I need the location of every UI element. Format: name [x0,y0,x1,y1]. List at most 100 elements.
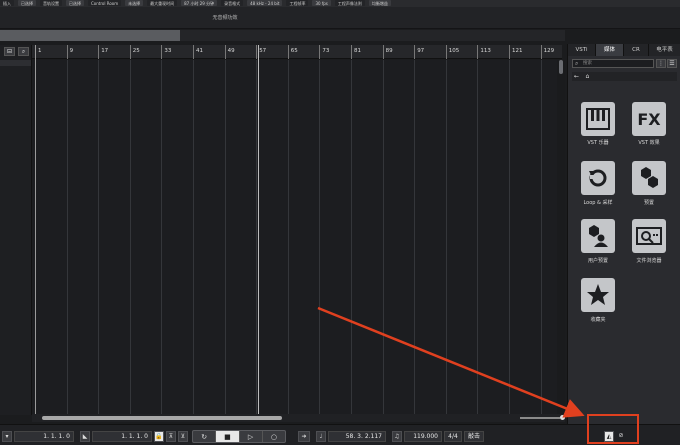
filter-button[interactable]: ⋮ [656,59,666,68]
list-view-button[interactable]: ☰ [667,59,677,68]
ruler-bar-label: 73 [322,48,330,54]
transport-controls: ↻ ■ ▷ ○ [192,430,286,443]
stop-button[interactable]: ■ [216,431,240,442]
ruler-bar-label: 129 [543,48,555,54]
search-icon[interactable]: ⌕ [18,47,29,56]
marker-arrow-icon[interactable]: ➜ [298,431,310,442]
marker-icon[interactable]: ◣ [80,431,90,442]
ruler-tick: 73 [319,45,329,59]
ruler-bar-label: 33 [164,48,172,54]
signature-field[interactable]: 4/4 [444,431,462,442]
ruler-tick: 9 [66,45,73,59]
tab-cr[interactable]: CR [624,44,649,56]
status-bar-cell[interactable]: 已选择 [66,0,84,6]
punch-out-icon[interactable]: ⊻ [178,431,188,442]
left-locator-line [35,45,36,415]
arrange-window[interactable] [32,60,562,415]
tile-vst-instruments[interactable] [581,102,615,136]
timeline-ruler[interactable]: 1 9 17 25 33 41 49 57 65 73 81 89 97 105 113 121 129 [32,45,562,59]
status-bar-cell[interactable]: 30 fps [312,0,331,6]
back-arrow-icon[interactable]: ← [572,72,581,81]
tile-favorites[interactable] [581,278,615,312]
tile-file-browser[interactable] [632,219,666,253]
status-bar-cell[interactable]: 工程声像法则 [334,0,365,6]
file-browser-icon [636,227,662,245]
status-bar-cell[interactable]: 均衡增益 [368,0,391,6]
status-bar-cell[interactable]: 录音格式 [221,0,244,6]
ruler-tick: 65 [287,45,298,59]
info-bar-title: 无音频功效 [212,15,238,21]
horizontal-scrollbar[interactable] [32,414,565,422]
grid-line [477,60,479,415]
grid-line [445,60,447,415]
tile-vst-effects[interactable]: FX [632,102,666,136]
navigation-row: ← ⌂ [572,72,677,81]
tile-presets[interactable] [632,161,666,195]
overview-strip[interactable] [0,30,180,41]
status-bar-cell[interactable]: 未选择 [125,0,144,6]
vertical-scroll-thumb[interactable] [559,60,563,74]
status-bar-cell[interactable]: 插入 [0,0,14,6]
tile-loops-samples[interactable] [581,161,615,195]
grid-line [319,60,321,415]
track-list[interactable] [0,45,32,415]
transport-menu-button[interactable]: ▾ [2,431,12,442]
cycle-button[interactable]: ↻ [193,431,217,442]
grid-line [382,60,384,415]
status-bar-cell[interactable]: 最大重现时间 [147,0,178,6]
ruler-bar-label: 9 [69,48,74,54]
piano-icon [586,108,610,130]
ruler-bar-label: 25 [132,48,140,54]
grid-line [193,60,194,415]
tempo-field[interactable]: 119.000 [404,431,442,442]
media-panel: VSTi 媒体 CR 电平表 ⌕ 搜索 ⋮ ☰ ← ⌂ VST 乐器 FX VS… [567,44,680,424]
tab-media[interactable]: 媒体 [596,44,624,56]
lock-icon[interactable]: 🔒 [154,431,164,442]
status-bar-cell[interactable]: 87 小时 29 分钟 [181,0,218,6]
tab-vsti[interactable]: VSTi [568,44,596,56]
tile-label: VST 乐器 [587,140,609,146]
grid-line [98,60,100,415]
tile-label: 收藏夹 [590,317,606,323]
ruler-tick: 49 [224,45,235,59]
click-button[interactable]: 敲击 [464,431,484,442]
ruler-bar-label: 105 [448,48,460,54]
status-bar-cell[interactable]: 48 kHz - 24 bit [247,0,283,6]
annotation-highlight-box [587,414,639,444]
status-bar: 插入 已选择 音轨设置 已选择 Control Room 未选择 最大重现时间 87 小时 2… [0,0,680,7]
ruler-tick: 129 [540,45,554,59]
tab-meter[interactable]: 电平表 [649,44,680,56]
right-locator-field[interactable]: 1. 1. 1. 0 [92,431,152,442]
status-bar-cell[interactable]: 已选择 [18,0,36,6]
status-bar-cell[interactable]: Control Room [88,0,122,6]
home-icon[interactable]: ⌂ [583,72,592,81]
project-cursor[interactable] [258,45,259,415]
status-bar-cell[interactable]: 音轨设置 [40,0,62,6]
grid-line [161,60,163,415]
grid-line [66,60,68,415]
search-icon: ⌕ [575,60,579,67]
record-button[interactable]: ○ [263,431,285,442]
left-locator-field[interactable]: 1. 1. 1. 0 [14,431,74,442]
status-bar-cell[interactable]: 工程帧率 [286,0,309,6]
tile-user-presets[interactable] [581,219,615,253]
ruler-tick: 113 [477,45,491,59]
track-list-toggle-button[interactable]: ⊟ [4,47,15,56]
vertical-scrollbar[interactable] [557,60,565,415]
tile-label: 用户预置 [587,258,608,264]
ruler-tick: 105 [445,45,459,59]
track-header-row[interactable] [0,60,31,66]
star-icon [587,284,609,305]
ruler-bar-label: 121 [512,48,523,54]
play-button[interactable]: ▷ [240,431,263,442]
media-search-input[interactable]: ⌕ 搜索 [572,59,654,68]
position-field[interactable]: 58. 3. 2.117 [328,431,386,442]
horizontal-scroll-thumb[interactable] [42,416,282,420]
punch-in-icon[interactable]: ⊼ [166,431,176,442]
ruler-tick: 121 [509,45,523,59]
zoom-slider[interactable] [520,417,560,419]
zoom-slider-knob[interactable] [560,415,565,420]
ruler-tick: 41 [193,45,203,59]
ruler-bar-label: 1 [38,48,42,54]
ruler-tick: 97 [414,45,424,59]
